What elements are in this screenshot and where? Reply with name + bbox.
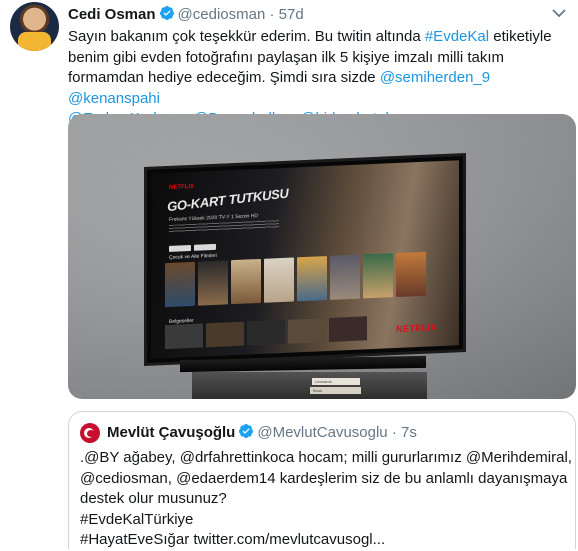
book: Leonardo (312, 378, 360, 385)
tweet-header: Cedi Osman @cediosman · 57d (68, 5, 304, 25)
poster-row (165, 316, 367, 350)
author-avatar[interactable] (10, 2, 59, 51)
netflix-badge: NETFLIX (169, 183, 194, 191)
body-text: etiketiyle (489, 28, 552, 45)
quoted-tweet[interactable]: Mevlüt Çavuşoğlu @MevlutCavusoglu · 7s .@… (68, 411, 576, 549)
tweet-time[interactable]: 57d (279, 6, 304, 23)
tv: NETFLIX GO-KART TUTKUSU Frekans Yüksek 2… (147, 156, 463, 363)
mention-link[interactable]: @kenanspahi (68, 90, 160, 107)
tweet-photo[interactable]: NETFLIX GO-KART TUTKUSU Frekans Yüksek 2… (68, 114, 576, 399)
quoted-tweet-time: 7s (401, 424, 417, 441)
mention-link[interactable]: @semiherden_9 (380, 69, 490, 86)
quoted-tweet-body: .@BY ağabey, @drfahrettinkoca hocam; mil… (80, 448, 572, 551)
chevron-down-icon[interactable] (552, 8, 566, 18)
author-name[interactable]: Cedi Osman (68, 6, 156, 23)
row-label: Çocuk ve Aile Filmleri (169, 252, 217, 261)
verified-icon (159, 6, 174, 20)
verified-icon (239, 424, 254, 438)
quoted-text-line: @cediosman, @edaerdem14 kardeşlerim siz … (80, 469, 568, 487)
quoted-author-handle: @MevlutCavusoglu (257, 424, 388, 441)
quoted-tweet-header: Mevlüt Çavuşoğlu @MevlutCavusoglu · 7s (107, 423, 417, 443)
quoted-text-line: .@BY ağabey, @drfahrettinkoca hocam; mil… (80, 449, 572, 466)
quoted-text-line: #HayatEveSığar twitter.com/mevlutcavusog… (80, 531, 386, 548)
tweet[interactable]: Cedi Osman @cediosman · 57d Sayın bakanım… (0, 0, 578, 549)
body-text: benim gibi evden fotoğrafını paylaşan il… (68, 48, 505, 66)
poster-row (165, 251, 426, 308)
quoted-author-avatar (80, 423, 100, 443)
book: Book (310, 387, 361, 394)
netflix-logo: NETFLIX (396, 322, 437, 335)
separator-dot: · (391, 424, 397, 441)
quoted-author-name: Mevlüt Çavuşoğlu (107, 424, 236, 441)
tv-screen: NETFLIX GO-KART TUTKUSU Frekans Yüksek 2… (151, 160, 459, 359)
hashtag-link[interactable]: #EvdeKal (425, 28, 489, 45)
body-text: Sayın bakanım çok teşekkür ederim. Bu tw… (68, 28, 425, 45)
quoted-text-line: destek olur musunuz? (80, 490, 227, 507)
separator-dot: · (269, 6, 275, 23)
author-handle[interactable]: @cediosman (178, 6, 266, 23)
quoted-text-line: #EvdeKalTürkiye (80, 510, 194, 528)
body-text: formamdan hediye edeceğim. Şimdi sıra si… (68, 69, 380, 86)
tv-cabinet: Leonardo Book (192, 372, 427, 399)
